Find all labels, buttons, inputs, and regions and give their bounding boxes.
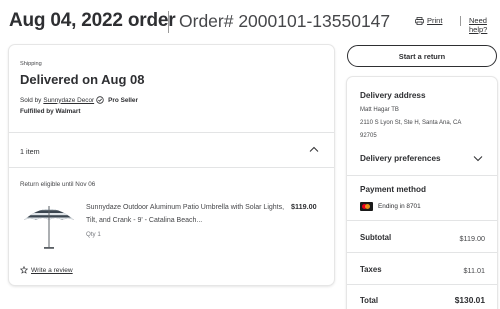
sold-by-line: Sold by Sunnydaze Decor Pro Seller (20, 96, 138, 104)
fulfilled-by: Fulfilled by Walmart (20, 108, 81, 115)
total-label: Total (360, 296, 379, 305)
product-price: $119.00 (291, 202, 317, 211)
panel-divider (347, 252, 497, 253)
taxes-value: $11.01 (463, 266, 485, 275)
card-divider (9, 167, 334, 168)
product-quantity: Qty 1 (86, 231, 101, 238)
panel-divider (347, 220, 497, 221)
printer-icon (415, 16, 424, 25)
panel-divider (347, 284, 497, 285)
delivery-preferences-toggle[interactable]: Delivery preferences (360, 154, 441, 163)
pro-seller-badge: Pro Seller (108, 96, 138, 104)
chevron-down-icon[interactable] (473, 155, 483, 162)
items-count[interactable]: 1 item (20, 147, 40, 156)
verified-badge-icon (96, 96, 104, 104)
order-header: Aug 04, 2022 order Order# 2000101-135501… (9, 9, 499, 35)
sold-by-prefix: Sold by (20, 96, 42, 104)
need-help-link[interactable]: Need help? (469, 16, 499, 34)
chevron-up-icon[interactable] (309, 146, 319, 153)
header-divider (168, 11, 169, 33)
order-number: Order# 2000101-13550147 (179, 11, 391, 31)
address-name: Matt Hagar TB (360, 107, 399, 113)
header-link-divider (460, 16, 461, 26)
payment-card-ending: Ending in 8701 (378, 203, 421, 210)
write-review-link[interactable]: Write a review (20, 266, 73, 274)
address-line: 2110 S Lyon St, Ste H, Santa Ana, CA (360, 120, 462, 126)
card-divider (9, 132, 334, 133)
order-summary-panel: Delivery address Matt Hagar TB 2110 S Ly… (347, 77, 497, 309)
delivery-address-heading: Delivery address (360, 91, 426, 100)
print-link[interactable]: Print (415, 16, 442, 25)
print-label: Print (427, 16, 443, 25)
seller-link[interactable]: Sunnydaze Decor (43, 97, 94, 104)
subtotal-value: $119.00 (459, 234, 485, 243)
payment-method-heading: Payment method (360, 185, 426, 194)
shipment-card: Shipping Delivered on Aug 08 Sold by Sun… (9, 45, 334, 285)
order-date-title: Aug 04, 2022 order (9, 10, 176, 31)
star-icon (20, 266, 28, 274)
subtotal-label: Subtotal (360, 233, 392, 242)
return-eligibility: Return eligible until Nov 06 (20, 181, 96, 188)
panel-divider (347, 175, 497, 176)
mastercard-icon (360, 202, 373, 211)
start-return-button[interactable]: Start a return (347, 45, 497, 67)
total-value: $130.01 (454, 295, 485, 305)
address-zip: 92705 (360, 133, 377, 139)
delivery-status: Delivered on Aug 08 (20, 72, 145, 87)
shipping-section-label: Shipping (20, 61, 42, 67)
payment-card-row: Ending in 8701 (360, 202, 421, 211)
product-image[interactable] (21, 200, 77, 255)
product-title[interactable]: Sunnydaze Outdoor Aluminum Patio Umbrell… (86, 201, 286, 227)
write-review-label: Write a review (31, 266, 73, 274)
taxes-label: Taxes (360, 265, 382, 274)
